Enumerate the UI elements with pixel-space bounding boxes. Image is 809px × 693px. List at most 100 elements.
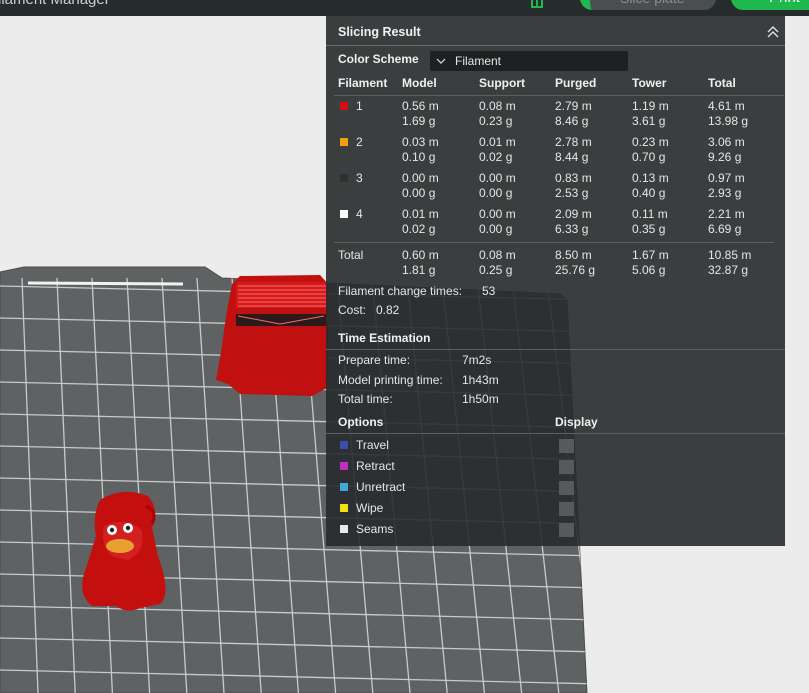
filament-support-weight: 0.02 g bbox=[479, 150, 513, 164]
filament-purged-length: 2.78 m bbox=[555, 135, 592, 149]
total-time-label: Total time: bbox=[338, 392, 393, 406]
print-plate-button[interactable]: Print bbox=[731, 0, 809, 10]
column-header: Purged bbox=[555, 76, 597, 90]
column-header: Model bbox=[402, 76, 437, 90]
option-label: Unretract bbox=[356, 480, 406, 494]
column-header: Tower bbox=[632, 76, 667, 90]
filament-model-weight: 1.69 g bbox=[402, 114, 436, 128]
window-title: ilament Manager bbox=[0, 0, 110, 8]
time-estimation-title: Time Estimation bbox=[338, 331, 431, 345]
cost-label: Cost: bbox=[338, 303, 367, 317]
divider bbox=[326, 433, 785, 434]
filament-id: 3 bbox=[356, 171, 363, 185]
option-label: Travel bbox=[356, 438, 389, 452]
divider bbox=[334, 95, 784, 96]
total-total-weight: 32.87 g bbox=[708, 263, 749, 277]
filament-id: 1 bbox=[356, 99, 363, 113]
filament-support-weight: 0.00 g bbox=[479, 222, 513, 236]
filament-total-length: 0.97 m bbox=[708, 171, 745, 185]
total-time-value: 1h50m bbox=[462, 392, 499, 406]
model-printing-time-value: 1h43m bbox=[462, 373, 499, 387]
total-purged-weight: 25.76 g bbox=[555, 263, 596, 277]
filament-support-weight: 0.23 g bbox=[479, 114, 513, 128]
filament-total-length: 2.21 m bbox=[708, 207, 745, 221]
filament-tower-length: 0.11 m bbox=[632, 207, 668, 221]
model-printing-time-label: Model printing time: bbox=[338, 373, 443, 387]
filament-change-value: 53 bbox=[482, 284, 496, 298]
filament-purged-weight: 8.44 g bbox=[555, 150, 589, 164]
filament-total-length: 4.61 m bbox=[708, 99, 745, 113]
filament-total-length: 3.06 m bbox=[708, 135, 745, 149]
filament-model-length: 0.00 m bbox=[402, 171, 439, 185]
option-color-swatch bbox=[340, 441, 348, 449]
option-color-swatch bbox=[340, 525, 348, 533]
filament-tower-length: 1.19 m bbox=[632, 99, 669, 113]
filament-model-weight: 0.02 g bbox=[402, 222, 436, 236]
divider bbox=[326, 45, 785, 46]
divider bbox=[326, 349, 785, 350]
prepare-time-label: Prepare time: bbox=[338, 353, 411, 367]
filament-purged-weight: 8.46 g bbox=[555, 114, 589, 128]
filament-tower-weight: 3.61 g bbox=[632, 114, 666, 128]
option-display-checkbox[interactable] bbox=[559, 502, 574, 516]
total-tower-weight: 5.06 g bbox=[632, 263, 666, 277]
filament-support-length: 0.08 m bbox=[479, 99, 516, 113]
option-color-swatch bbox=[340, 483, 348, 491]
total-total-length: 10.85 m bbox=[708, 248, 752, 262]
filament-purged-weight: 6.33 g bbox=[555, 222, 589, 236]
filament-support-length: 0.01 m bbox=[479, 135, 516, 149]
column-header: Filament bbox=[338, 76, 388, 90]
chevron-down-icon bbox=[436, 58, 446, 64]
column-header: Support bbox=[479, 76, 525, 90]
total-label: Total bbox=[338, 248, 364, 262]
prepare-time-value: 7m2s bbox=[462, 353, 492, 367]
option-display-checkbox[interactable] bbox=[559, 481, 574, 495]
filament-id: 2 bbox=[356, 135, 363, 149]
filament-total-weight: 2.93 g bbox=[708, 186, 742, 200]
option-label: Seams bbox=[356, 522, 394, 536]
option-label: Retract bbox=[356, 459, 395, 473]
prime-tower-object[interactable] bbox=[216, 275, 329, 396]
filament-total-weight: 13.98 g bbox=[708, 114, 749, 128]
total-support-weight: 0.25 g bbox=[479, 263, 513, 277]
filament-tower-weight: 0.35 g bbox=[632, 222, 666, 236]
filament-tower-weight: 0.70 g bbox=[632, 150, 666, 164]
slice-plate-button[interactable]: Slice plate bbox=[580, 0, 716, 10]
option-color-swatch bbox=[340, 504, 348, 512]
divider bbox=[334, 242, 774, 243]
filament-model-weight: 0.10 g bbox=[402, 150, 436, 164]
option-color-swatch bbox=[340, 462, 348, 470]
filament-support-weight: 0.00 g bbox=[479, 186, 513, 200]
filament-model-length: 0.56 m bbox=[402, 99, 439, 113]
filament-purged-length: 0.83 m bbox=[555, 171, 592, 185]
color-scheme-value: Filament bbox=[455, 54, 502, 68]
total-support-length: 0.08 m bbox=[479, 248, 516, 262]
filament-total-weight: 6.69 g bbox=[708, 222, 742, 236]
filament-swatch bbox=[340, 210, 348, 218]
filament-model-weight: 0.00 g bbox=[402, 186, 436, 200]
option-display-checkbox[interactable] bbox=[559, 460, 574, 474]
option-display-checkbox[interactable] bbox=[559, 523, 574, 537]
filament-purged-length: 2.79 m bbox=[555, 99, 592, 113]
column-header: Total bbox=[708, 76, 736, 90]
filament-swatch bbox=[340, 102, 348, 110]
filament-tower-length: 0.13 m bbox=[632, 171, 669, 185]
color-scheme-select[interactable]: Filament bbox=[430, 51, 628, 71]
filament-purged-weight: 2.53 g bbox=[555, 186, 589, 200]
option-label: Wipe bbox=[356, 501, 384, 515]
filament-support-length: 0.00 m bbox=[479, 171, 516, 185]
filament-id: 4 bbox=[356, 207, 363, 221]
panel-title: Slicing Result bbox=[338, 25, 421, 39]
display-title: Display bbox=[555, 415, 598, 429]
plate-edge-highlight bbox=[27, 281, 184, 286]
top-toolbar: ilament Manager Slice plate Print bbox=[0, 0, 809, 16]
filament-model-length: 0.01 m bbox=[402, 207, 439, 221]
filament-swatch bbox=[340, 174, 348, 182]
option-display-checkbox[interactable] bbox=[559, 439, 574, 453]
collapse-chevron-icon[interactable] bbox=[766, 26, 780, 38]
filament-tower-length: 0.23 m bbox=[632, 135, 669, 149]
filament-tower-weight: 0.40 g bbox=[632, 186, 666, 200]
total-model-length: 0.60 m bbox=[402, 248, 439, 262]
filament-total-weight: 9.26 g bbox=[708, 150, 742, 164]
plate-grid-icon[interactable] bbox=[531, 0, 543, 8]
